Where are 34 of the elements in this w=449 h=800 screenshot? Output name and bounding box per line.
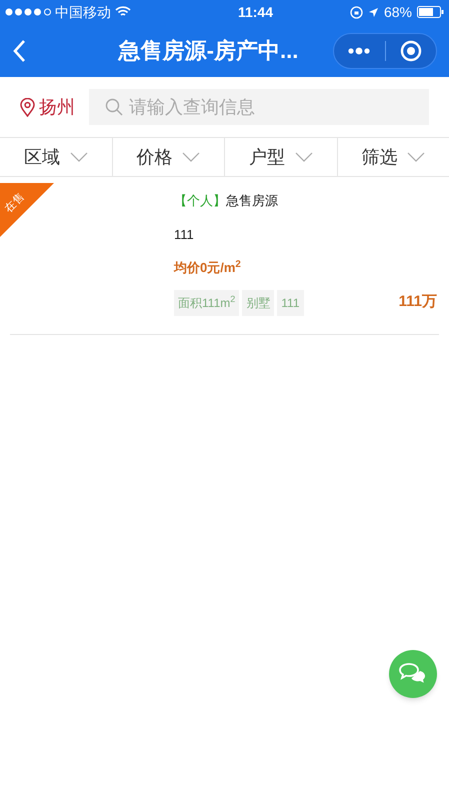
battery-text: 68%	[384, 2, 412, 22]
chat-bubbles-icon	[399, 662, 427, 686]
clock-text: 11:44	[238, 2, 273, 22]
feature-tag: 面积111m$^{2}$	[174, 290, 240, 316]
chevron-down-icon	[407, 152, 426, 162]
filter-tab[interactable]: 价格	[112, 138, 224, 176]
page-title: 急售房源-房产中...	[116, 37, 300, 65]
signal-icon	[5, 8, 51, 16]
chevron-down-icon	[294, 152, 313, 162]
listing-title: 急售房源	[226, 192, 278, 210]
search-icon	[105, 98, 123, 116]
search-field[interactable]: 请输入查询信息	[89, 89, 429, 125]
carrier-text: 中国移动	[55, 2, 111, 22]
more-icon	[347, 46, 372, 54]
battery-icon	[416, 6, 444, 18]
city-selector[interactable]: 扬州	[20, 94, 75, 120]
listing-subtitle: 111	[174, 226, 195, 244]
chevron-down-icon	[182, 152, 200, 162]
chevron-down-icon	[70, 152, 88, 162]
total-price: 111万	[398, 292, 437, 312]
lock-rotation-icon	[350, 6, 363, 18]
filter-tab[interactable]: 区域	[0, 138, 112, 176]
location-pin-icon	[20, 98, 35, 116]
target-icon	[400, 40, 422, 62]
average-price: 均价0元/m$^{2}$	[174, 258, 242, 277]
owner-tag: 【个人】	[174, 191, 226, 210]
location-arrow-icon	[368, 6, 379, 18]
back-icon	[12, 38, 26, 62]
feature-tag: 111	[277, 290, 304, 316]
filter-tab[interactable]: 筛选	[336, 138, 449, 176]
feature-tag: 别墅	[242, 290, 274, 316]
filter-tab[interactable]: 户型	[224, 138, 336, 176]
status-ribbon: 在售	[0, 183, 54, 237]
wifi-icon	[115, 6, 131, 18]
